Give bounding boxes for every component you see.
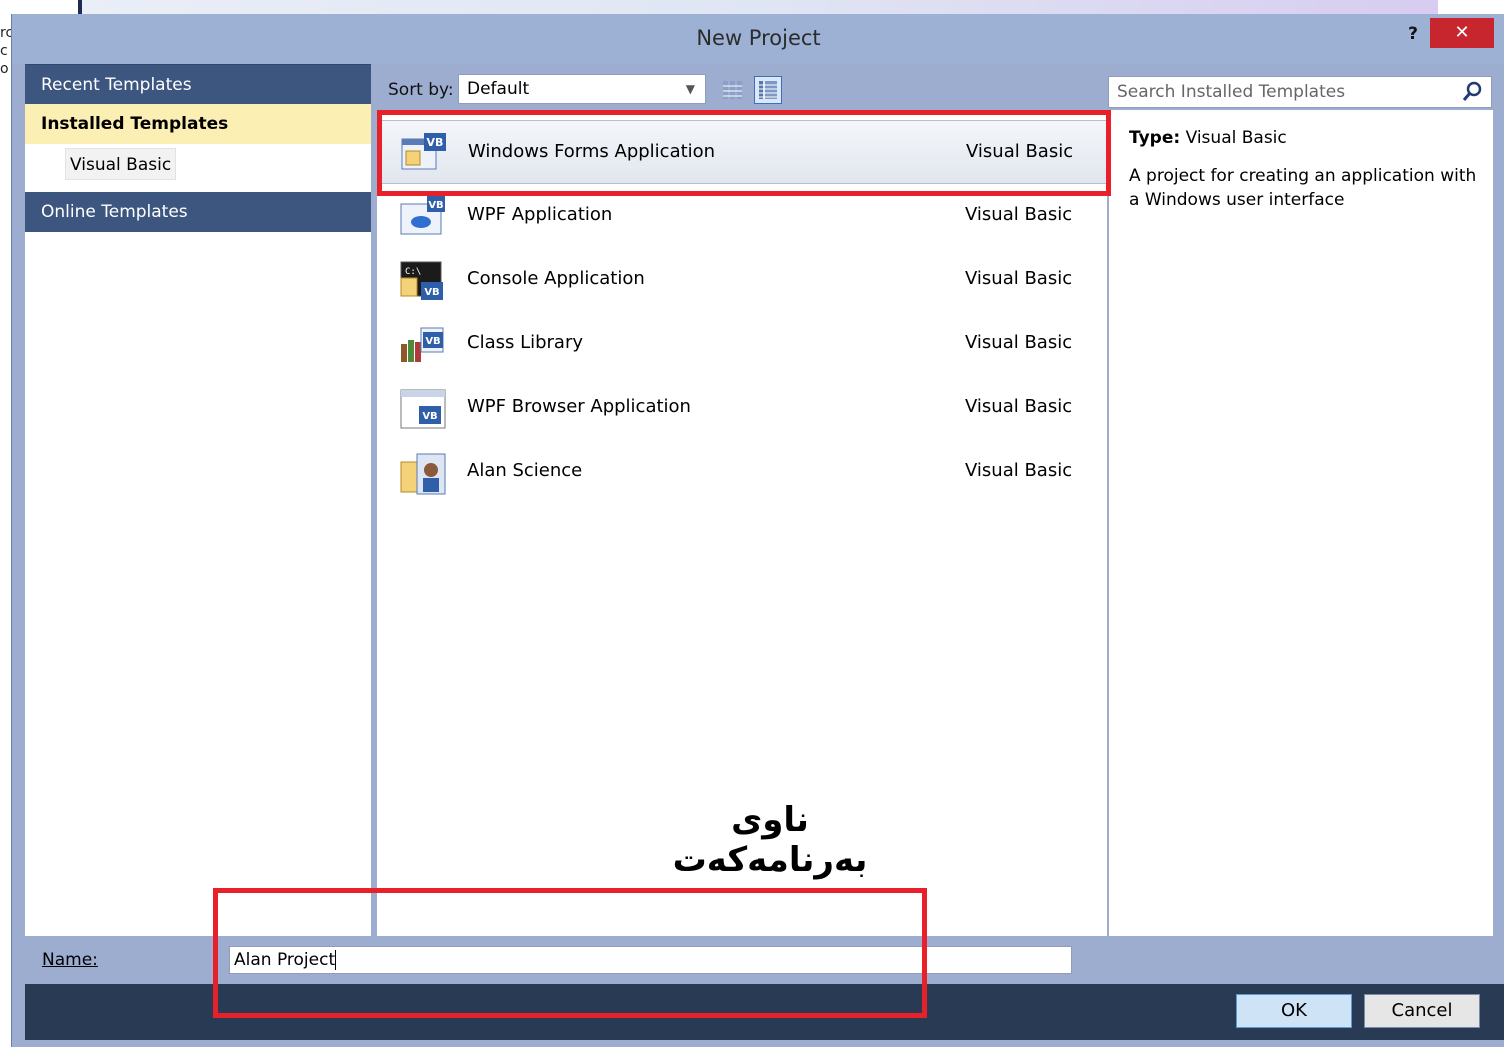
name-label-text: Name: bbox=[42, 950, 98, 970]
sort-by-label: Sort by: bbox=[388, 80, 454, 100]
template-language: Visual Basic bbox=[965, 460, 1073, 481]
template-language: Visual Basic bbox=[965, 396, 1073, 417]
help-button[interactable]: ? bbox=[1398, 20, 1428, 48]
cancel-button[interactable]: Cancel bbox=[1364, 994, 1480, 1028]
template-name: WPF Browser Application bbox=[467, 396, 691, 417]
template-language: Visual Basic bbox=[965, 332, 1073, 353]
svg-text:VB: VB bbox=[428, 200, 443, 211]
search-placeholder: Search Installed Templates bbox=[1117, 82, 1346, 102]
search-templates-input[interactable]: Search Installed Templates bbox=[1108, 76, 1492, 108]
sort-by-dropdown[interactable]: Default ▼ bbox=[458, 74, 706, 104]
template-name: Class Library bbox=[467, 332, 584, 353]
wpf-vb-icon: VB bbox=[400, 196, 445, 235]
list-item[interactable]: VB Class Library Visual Basic bbox=[377, 312, 1107, 376]
sort-by-value: Default bbox=[467, 79, 530, 99]
template-name: WPF Application bbox=[467, 204, 613, 225]
list-item[interactable]: C:\ VB Console Application Visual Basic bbox=[377, 248, 1107, 312]
console-vb-icon: C:\ VB bbox=[400, 261, 443, 300]
small-icons-view-button[interactable] bbox=[718, 76, 746, 104]
close-icon: ✕ bbox=[1454, 22, 1470, 43]
title-bar[interactable]: New Project ? ✕ bbox=[12, 14, 1504, 64]
template-language: Visual Basic bbox=[965, 204, 1073, 225]
close-button[interactable]: ✕ bbox=[1430, 18, 1494, 48]
list-item[interactable]: VB WPF Browser Application Visual Basic bbox=[377, 376, 1107, 440]
wpf-browser-vb-icon: VB bbox=[400, 389, 446, 429]
sidebar-item-online-templates[interactable]: Online Templates bbox=[25, 192, 371, 232]
annotation-highlight-name bbox=[213, 888, 927, 1018]
template-name: Console Application bbox=[467, 268, 645, 289]
small-icons-view-icon bbox=[723, 81, 742, 99]
annotation-highlight-template bbox=[377, 110, 1111, 196]
list-view-button[interactable] bbox=[754, 76, 782, 104]
dialog-title: New Project bbox=[696, 26, 821, 50]
search-icon[interactable] bbox=[1461, 81, 1483, 103]
svg-text:VB: VB bbox=[425, 336, 440, 347]
ok-button[interactable]: OK bbox=[1236, 994, 1352, 1028]
class-library-vb-icon: VB bbox=[401, 327, 444, 362]
template-description: A project for creating an application wi… bbox=[1129, 166, 1477, 210]
alan-science-icon bbox=[400, 453, 446, 495]
template-sidebar: Recent Templates Installed Templates Vis… bbox=[25, 64, 371, 936]
chevron-down-icon: ▼ bbox=[685, 82, 695, 96]
template-name: Alan Science bbox=[467, 460, 583, 481]
list-item[interactable]: Alan Science Visual Basic bbox=[377, 440, 1107, 504]
type-label: Type: bbox=[1129, 128, 1181, 148]
sidebar-item-visual-basic[interactable]: Visual Basic bbox=[65, 148, 177, 180]
svg-text:VB: VB bbox=[422, 411, 437, 422]
template-details-pane: Type: Visual Basic A project for creatin… bbox=[1109, 110, 1493, 936]
template-language: Visual Basic bbox=[965, 268, 1073, 289]
template-type: Type: Visual Basic bbox=[1129, 128, 1287, 148]
svg-text:C:\: C:\ bbox=[405, 267, 421, 277]
annotation-label: ناوی بەرنامەکەت bbox=[672, 800, 868, 880]
type-value: Visual Basic bbox=[1185, 128, 1287, 148]
sidebar-item-recent-templates[interactable]: Recent Templates bbox=[25, 64, 371, 104]
list-view-icon bbox=[759, 81, 777, 99]
name-label: Name: bbox=[42, 950, 98, 970]
sidebar-item-installed-templates[interactable]: Installed Templates bbox=[25, 104, 371, 144]
svg-text:VB: VB bbox=[424, 287, 439, 298]
